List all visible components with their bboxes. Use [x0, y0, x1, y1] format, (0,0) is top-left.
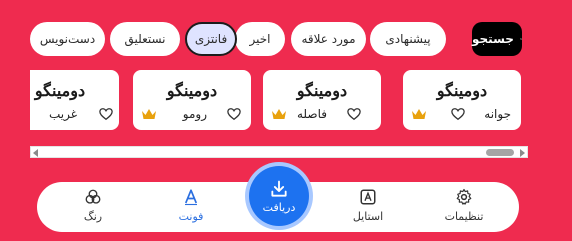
font-cards: دومینگو جوانه دومینگو فاصله دومینگو رومو…	[30, 70, 528, 131]
chip-recent[interactable]: اخیر	[235, 22, 285, 56]
search-button[interactable]: جستجو	[472, 22, 522, 56]
chip-handwriting[interactable]: دست‌نویس	[30, 22, 105, 56]
font-name: فاصله	[297, 107, 327, 121]
font-icon	[184, 189, 198, 206]
chip-nastaliq[interactable]: نستعلیق	[110, 22, 180, 56]
style-icon	[360, 189, 376, 205]
font-card[interactable]: دومینگو رومو	[133, 70, 251, 130]
heart-icon[interactable]	[451, 107, 465, 121]
chip-suggested[interactable]: پیشنهادی	[370, 22, 446, 56]
crown-icon	[272, 109, 286, 119]
nav-font[interactable]: فونت	[156, 188, 226, 228]
font-sample: دومینگو	[166, 81, 218, 100]
search-icon	[520, 38, 522, 40]
crown-icon	[412, 109, 426, 119]
font-name: غریب	[48, 107, 77, 121]
nav-style[interactable]: استایل	[333, 188, 403, 228]
gear-icon	[456, 188, 472, 205]
category-chips: جستجو پیشنهادی مورد علاقه اخیر فانتزی نس…	[30, 22, 522, 56]
nav-color[interactable]: رنگ	[58, 188, 128, 228]
chip-fantasy-label: فانتزی	[194, 32, 228, 46]
chip-favorites[interactable]: مورد علاقه	[291, 22, 366, 56]
font-name: رومو	[182, 107, 207, 121]
search-label: جستجو	[472, 32, 514, 46]
scroll-right-arrow[interactable]	[520, 149, 525, 157]
crown-icon	[142, 109, 156, 119]
heart-icon[interactable]	[347, 107, 361, 121]
font-card[interactable]: دومینگو جوانه	[403, 70, 521, 130]
horizontal-scrollbar[interactable]	[30, 146, 528, 158]
font-sample: دومینگو	[296, 81, 348, 100]
heart-icon[interactable]	[99, 107, 113, 121]
font-card[interactable]: دومینگو فاصله	[263, 70, 381, 130]
nav-style-label: استایل	[352, 210, 384, 223]
chip-nastaliq-label: نستعلیق	[124, 32, 166, 46]
nav-settings-label: تنظیمات	[444, 210, 484, 223]
download-icon	[271, 180, 287, 197]
heart-icon[interactable]	[227, 107, 241, 121]
download-label: دریافت	[262, 200, 296, 214]
font-card[interactable]: دومینگو غریب	[30, 70, 119, 130]
chip-favorites-label: مورد علاقه	[301, 32, 356, 46]
chip-suggested-label: پیشنهادی	[385, 32, 431, 46]
chip-fantasy[interactable]: فانتزی	[185, 22, 237, 56]
font-sample: دومینگو	[34, 81, 86, 100]
font-name: جوانه	[484, 107, 511, 121]
scroll-thumb[interactable]	[486, 149, 514, 156]
nav-settings[interactable]: تنظیمات	[429, 188, 499, 228]
chip-recent-label: اخیر	[249, 32, 271, 46]
nav-font-label: فونت	[178, 210, 204, 223]
download-button[interactable]: دریافت	[249, 166, 309, 226]
chip-handwriting-label: دست‌نویس	[39, 32, 96, 46]
scroll-left-arrow[interactable]	[33, 149, 38, 157]
font-sample: دومینگو	[436, 81, 488, 100]
nav-color-label: رنگ	[83, 210, 103, 223]
color-circles-icon	[85, 189, 101, 204]
